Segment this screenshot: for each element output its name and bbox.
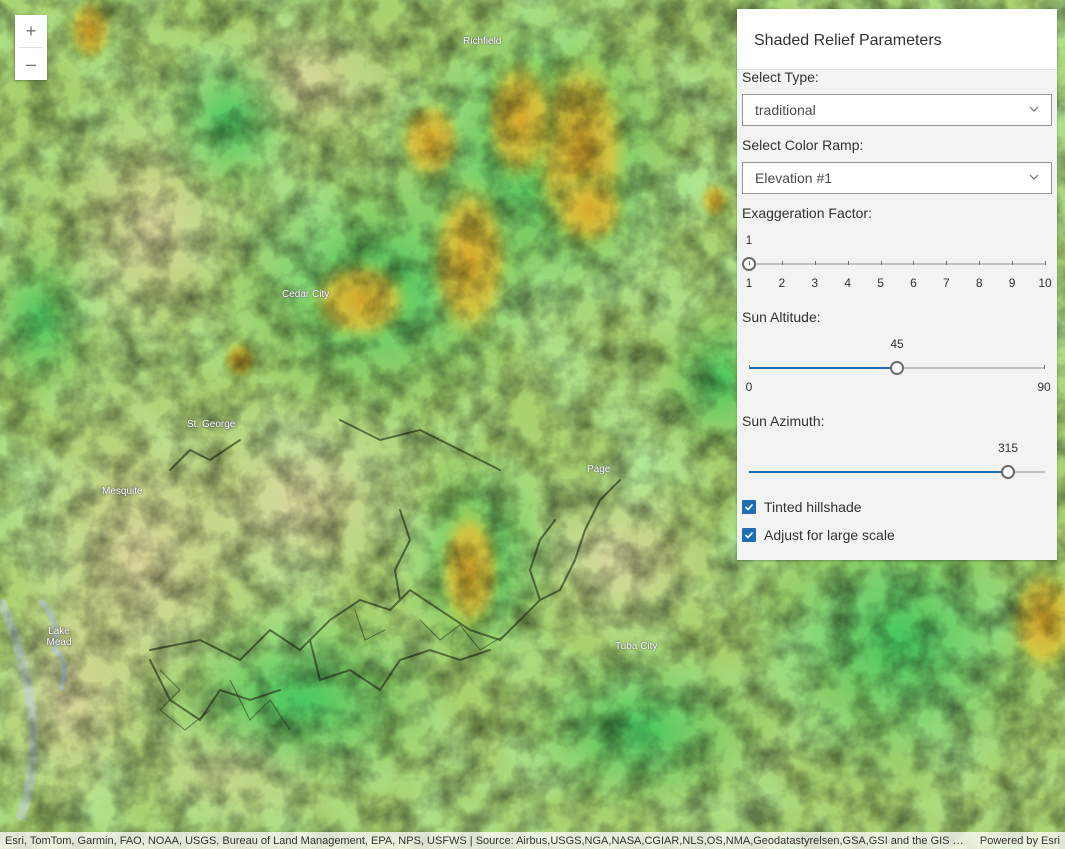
- slider-tick: [946, 261, 948, 265]
- attribution-bar: Esri, TomTom, Garmin, FAO, NOAA, USGS, B…: [0, 832, 1065, 849]
- check-icon: [744, 503, 754, 511]
- slider-tick: [1045, 261, 1046, 265]
- tinted-hillshade-label: Tinted hillshade: [764, 499, 862, 515]
- slider-tick: [814, 261, 816, 265]
- slider-tick: [979, 261, 981, 265]
- exaggeration-tick-label: 4: [844, 276, 851, 290]
- color-ramp-select-value: Elevation #1: [755, 170, 833, 186]
- slider-tick: [913, 261, 915, 265]
- slider-tick: [749, 365, 750, 369]
- shaded-relief-panel: Shaded Relief Parameters Select Type: tr…: [737, 9, 1057, 560]
- altitude-min-label: 0: [745, 380, 753, 394]
- tinted-hillshade-checkbox[interactable]: Tinted hillshade: [742, 499, 862, 515]
- city-label-richfield: Richfield: [463, 36, 502, 47]
- exaggeration-label: Exaggeration Factor:: [742, 205, 872, 221]
- city-label-cedar-city: Cedar City: [282, 289, 330, 300]
- plus-icon: +: [25, 20, 37, 41]
- check-icon: [744, 531, 754, 539]
- slider-tick: [781, 261, 783, 265]
- attribution-text[interactable]: Esri, TomTom, Garmin, FAO, NOAA, USGS, B…: [5, 835, 966, 847]
- city-label-tuba-city: Tuba City: [615, 641, 658, 652]
- exaggeration-tick-label: 10: [1038, 276, 1052, 290]
- exaggeration-slider[interactable]: 1 1 2 3 4 5 6 7 8 9 10: [737, 233, 1057, 293]
- slider-fill: [749, 367, 897, 369]
- slider-tick: [1044, 365, 1045, 369]
- zoom-in-button[interactable]: +: [15, 15, 47, 47]
- altitude-slider-thumb[interactable]: [890, 361, 904, 375]
- exaggeration-tick-label: 6: [910, 276, 917, 290]
- exaggeration-tick-label: 9: [1008, 276, 1016, 290]
- azimuth-label: Sun Azimuth:: [742, 413, 825, 429]
- slider-fill: [749, 471, 1008, 473]
- city-label-lake-mead: Lake Mead: [46, 626, 72, 648]
- exaggeration-value: 1: [745, 233, 753, 247]
- altitude-max-label: 90: [1037, 380, 1051, 394]
- exaggeration-tick-label: 8: [975, 276, 983, 290]
- checkbox-checked[interactable]: [742, 528, 756, 542]
- slider-tick: [880, 261, 882, 265]
- zoom-out-button[interactable]: –: [15, 48, 47, 80]
- type-select-value: traditional: [755, 102, 816, 118]
- slider-track: [749, 263, 1045, 265]
- azimuth-value: 315: [997, 441, 1019, 455]
- slider-tick: [847, 261, 849, 265]
- checkbox-checked[interactable]: [742, 500, 756, 514]
- large-scale-checkbox[interactable]: Adjust for large scale: [742, 527, 895, 543]
- altitude-value: 45: [890, 337, 904, 351]
- exaggeration-tick-label: 2: [778, 276, 786, 290]
- chevron-down-icon: [1029, 174, 1039, 180]
- altitude-label: Sun Altitude:: [742, 309, 821, 325]
- minus-icon: –: [25, 53, 36, 74]
- city-label-st-george: St. George: [187, 419, 236, 430]
- chevron-down-icon: [1029, 106, 1039, 112]
- azimuth-slider-thumb[interactable]: [1001, 465, 1015, 479]
- panel-title: Shaded Relief Parameters: [754, 32, 942, 49]
- azimuth-slider[interactable]: 315: [737, 441, 1057, 501]
- type-select[interactable]: traditional: [742, 94, 1052, 126]
- exaggeration-tick-label: 1: [745, 276, 753, 290]
- exaggeration-tick-label: 7: [942, 276, 950, 290]
- type-label: Select Type:: [742, 69, 819, 85]
- panel-header: Shaded Relief Parameters: [737, 9, 1057, 70]
- slider-tick: [749, 261, 750, 265]
- zoom-control: + –: [15, 15, 47, 80]
- exaggeration-tick-label: 5: [877, 276, 884, 290]
- city-label-mesquite: Mesquite: [102, 486, 143, 497]
- color-ramp-select[interactable]: Elevation #1: [742, 162, 1052, 194]
- powered-by-esri-link[interactable]: Powered by Esri: [980, 835, 1060, 847]
- color-ramp-label: Select Color Ramp:: [742, 137, 864, 153]
- altitude-slider[interactable]: 45 0 90: [737, 337, 1057, 397]
- slider-tick: [1012, 261, 1014, 265]
- exaggeration-tick-label: 3: [811, 276, 819, 290]
- city-label-page: Page: [587, 464, 611, 475]
- large-scale-label: Adjust for large scale: [764, 527, 895, 543]
